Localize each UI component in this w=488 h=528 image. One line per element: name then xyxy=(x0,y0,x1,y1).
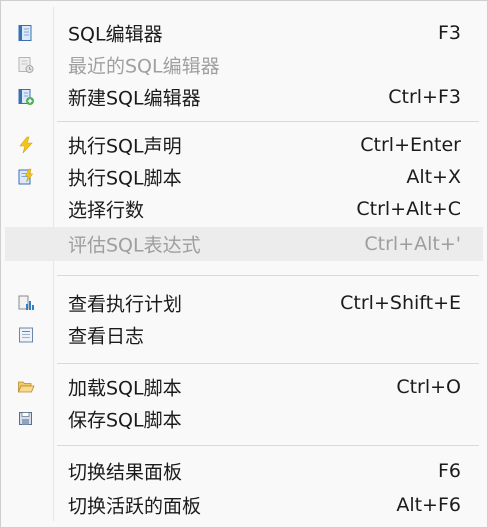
menu-item-shortcut: F6 xyxy=(437,460,461,482)
menu-item-label: 执行SQL声明 xyxy=(68,135,182,158)
menu-item-label: 最近的SQL编辑器 xyxy=(68,55,220,78)
menu-item-view-log[interactable]: 查看日志 xyxy=(5,319,483,351)
menu-item-label: 新建SQL编辑器 xyxy=(68,87,201,110)
recent-sql-editor-icon xyxy=(17,56,35,74)
menu-item-execute-sql-script[interactable]: 执行SQL脚本 Alt+X xyxy=(5,161,483,193)
menu-item-recent-sql-editor: 最近的SQL编辑器 xyxy=(5,49,483,81)
sql-editor-icon xyxy=(17,24,35,42)
menu-item-view-execution-plan[interactable]: 查看执行计划 Ctrl+Shift+E xyxy=(5,287,483,319)
menu-item-label: 评估SQL表达式 xyxy=(68,234,201,257)
menu-item-toggle-results-panel[interactable]: 切换结果面板 F6 xyxy=(5,455,483,487)
menu-item-select-row-count[interactable]: 选择行数 Ctrl+Alt+C xyxy=(5,193,483,225)
lightning-icon xyxy=(17,136,35,154)
save-icon xyxy=(17,410,35,428)
context-menu: SQL编辑器 F3 最近的SQL编辑器 新建SQL编辑器 Ctrl+F3 执行S… xyxy=(0,0,488,528)
menu-item-evaluate-sql-expression: 评估SQL表达式 Ctrl+Alt+' xyxy=(5,227,483,261)
new-sql-editor-icon xyxy=(17,88,35,106)
menu-item-label: SQL编辑器 xyxy=(68,23,163,46)
menu-item-shortcut: Ctrl+Enter xyxy=(360,134,461,156)
menu-item-shortcut: F3 xyxy=(437,22,461,44)
menu-item-label: 执行SQL脚本 xyxy=(68,167,182,190)
menu-item-shortcut: Ctrl+Alt+' xyxy=(364,233,461,255)
menu-item-shortcut: Alt+X xyxy=(406,166,461,188)
folder-open-icon xyxy=(17,378,35,396)
menu-item-shortcut: Ctrl+O xyxy=(396,376,461,398)
menu-item-load-sql-script[interactable]: 加载SQL脚本 Ctrl+O xyxy=(5,371,483,403)
menu-separator xyxy=(57,121,479,122)
menu-item-label: 加载SQL脚本 xyxy=(68,377,182,400)
run-script-icon xyxy=(17,168,35,186)
menu-item-label: 查看日志 xyxy=(68,325,145,348)
menu-item-label: 切换活跃的面板 xyxy=(68,495,202,518)
menu-item-label: 保存SQL脚本 xyxy=(68,409,182,432)
menu-item-shortcut: Ctrl+F3 xyxy=(388,86,461,108)
menu-item-sql-editor[interactable]: SQL编辑器 F3 xyxy=(5,17,483,49)
menu-item-new-sql-editor[interactable]: 新建SQL编辑器 Ctrl+F3 xyxy=(5,81,483,113)
menu-separator xyxy=(57,275,479,276)
log-icon xyxy=(17,326,35,344)
menu-item-label: 查看执行计划 xyxy=(68,293,183,316)
menu-item-save-sql-script[interactable]: 保存SQL脚本 xyxy=(5,403,483,435)
menu-separator xyxy=(57,445,479,446)
menu-item-label: 选择行数 xyxy=(68,199,145,222)
menu-item-label: 切换结果面板 xyxy=(68,461,183,484)
menu-item-shortcut: Ctrl+Alt+C xyxy=(356,198,461,220)
menu-item-execute-sql-statement[interactable]: 执行SQL声明 Ctrl+Enter xyxy=(5,129,483,161)
menu-item-toggle-active-panel[interactable]: 切换活跃的面板 Alt+F6 xyxy=(5,489,483,521)
menu-item-shortcut: Alt+F6 xyxy=(396,494,461,516)
execution-plan-icon xyxy=(17,294,35,312)
menu-separator xyxy=(57,363,479,364)
menu-item-shortcut: Ctrl+Shift+E xyxy=(340,292,461,314)
